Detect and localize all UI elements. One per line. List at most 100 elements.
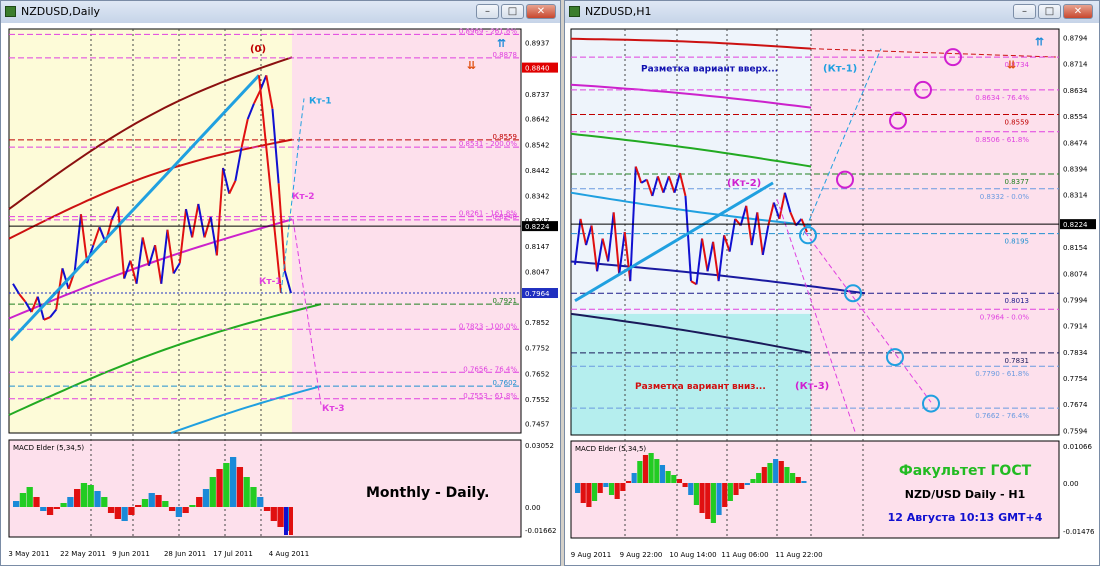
macd-bar	[580, 483, 586, 503]
macd-bar	[648, 453, 654, 483]
macd-bar	[693, 483, 699, 505]
macd-bar	[575, 483, 581, 493]
price-axis-label: 0.7652	[525, 370, 550, 378]
macd-bar	[243, 477, 250, 507]
price-axis-label: 0.8147	[525, 243, 550, 251]
price-axis-label: 0.8794	[1063, 35, 1088, 43]
macd-bar	[744, 483, 750, 485]
timestamp-label: 12 Августа 10:13 GMT+4	[888, 511, 1043, 524]
macd-bar	[750, 479, 756, 483]
chart-canvas-h1[interactable]: 0.87340.8634 - 76.4%0.85590.8506 - 61.8%…	[565, 23, 1099, 565]
date-axis-label: 11 Aug 22:00	[775, 551, 822, 559]
price-axis-label: 0.8442	[525, 167, 550, 175]
chart-window-h1[interactable]: NZDUSD,H1 – □ ✕ 0.8734 0.8634 - 76.4% 0.85…	[564, 0, 1100, 566]
macd-bar	[53, 507, 60, 509]
fib-level-label: 0.7602	[493, 379, 518, 387]
fib-level-label: 0.7964 - 0.0%	[980, 313, 1030, 321]
macd-bar	[60, 503, 67, 507]
chart-window-icon	[5, 6, 16, 17]
fib-level-label: 0.7790 - 61.8%	[975, 370, 1029, 378]
pair-label: NZD/USD Daily - H1	[905, 488, 1026, 501]
window-title: NZDUSD,Daily	[21, 5, 101, 18]
macd-axis-zero: 0.00	[525, 504, 541, 512]
price-axis-label: 0.8642	[525, 116, 550, 124]
variant-down-label: Разметка вариант вниз...	[635, 382, 766, 392]
macd-bar	[699, 483, 705, 513]
macd-title: MACD Elder (5,34,5)	[13, 444, 84, 452]
macd-bar	[659, 465, 666, 483]
macd-bar	[705, 483, 711, 519]
fib-level-label: 0.8531 - 200.0%	[459, 140, 518, 148]
macd-bar	[182, 507, 189, 513]
macd-title: MACD Elder (5,34,5)	[575, 445, 646, 453]
macd-bar	[756, 473, 762, 483]
price-tag: 0.8224	[1063, 221, 1088, 229]
macd-bar	[155, 495, 162, 507]
date-axis-label: 9 Aug 22:00	[620, 551, 663, 559]
fib-level-label: 0.7662 - 76.4%	[975, 412, 1029, 420]
macd-bar	[710, 483, 716, 523]
fib-level-label: 0.8332 - 0.0%	[980, 193, 1030, 201]
minimize-button[interactable]: –	[476, 4, 499, 19]
window-titlebar[interactable]: NZDUSD,H1 – □ ✕	[565, 1, 1099, 24]
macd-axis-top: 0.01066	[1063, 443, 1092, 451]
macd-bar	[778, 461, 784, 483]
fib-level-label: 0.7921	[493, 297, 518, 305]
price-axis-label: 0.7834	[1063, 349, 1088, 357]
chart-canvas-daily[interactable]: 0.8969 - 261.8%0.88780.85590.8531 - 200.…	[1, 23, 560, 565]
date-axis-label: 22 May 2011	[60, 550, 106, 558]
window-titlebar[interactable]: NZDUSD,Daily – □ ✕	[1, 1, 560, 24]
price-axis-label: 0.8714	[1063, 61, 1088, 69]
wave-zero-label: (0)	[250, 44, 266, 55]
macd-bar	[614, 483, 620, 499]
macd-bar	[33, 497, 40, 507]
macd-bar	[40, 507, 47, 511]
date-axis-label: 28 Jun 2011	[164, 550, 206, 558]
fib-level-label: 0.8377	[1005, 178, 1030, 186]
macd-bar	[175, 507, 183, 517]
macd-bar	[620, 483, 626, 491]
macd-axis-bottom: -0.01476	[1063, 528, 1095, 536]
macd-bar	[716, 483, 722, 515]
chart-window-daily[interactable]: NZDUSD,Daily – □ ✕ 0.8969 - 261.8% 0.8878…	[0, 0, 561, 566]
price-axis-label: 0.7852	[525, 319, 550, 327]
macd-bar	[189, 505, 196, 507]
date-axis-label: 3 May 2011	[8, 550, 49, 558]
price-axis-label: 0.8342	[525, 193, 550, 201]
macd-bar	[80, 483, 88, 507]
maximize-button[interactable]: □	[501, 4, 524, 19]
macd-bar	[114, 507, 121, 519]
price-axis-label: 0.8937	[525, 40, 550, 48]
price-axis-label: 0.7752	[525, 345, 550, 353]
fib-level-label: 0.8634 - 76.4%	[975, 94, 1029, 102]
price-axis-label: 0.8394	[1063, 165, 1088, 173]
fib-level-label: 0.7553 - 61.8%	[463, 392, 517, 400]
macd-bar	[790, 473, 796, 483]
price-axis-label: 0.7457	[525, 420, 550, 428]
macd-bar	[654, 459, 660, 483]
fib-level-label: 0.7656 - 76.4%	[463, 365, 517, 373]
wave-kt3-label: Кт-3	[322, 404, 345, 414]
macd-bar	[676, 479, 683, 483]
close-button[interactable]: ✕	[1063, 4, 1093, 19]
macd-bar	[121, 507, 128, 521]
macd-bar	[277, 507, 284, 527]
macd-axis-top: 0.03052	[525, 442, 554, 450]
macd-bar	[270, 507, 277, 521]
close-button[interactable]: ✕	[526, 4, 556, 19]
macd-bar	[236, 467, 244, 507]
price-axis-label: 0.8737	[525, 91, 550, 99]
macd-bar	[250, 487, 257, 507]
date-axis-label: 4 Aug 2011	[269, 550, 309, 558]
macd-bar	[603, 483, 609, 487]
date-axis-label: 9 Jun 2011	[112, 550, 150, 558]
macd-bar	[289, 507, 293, 535]
macd-axis-bottom: -0.01662	[525, 527, 556, 535]
macd-bar	[597, 483, 603, 493]
fib-level-label: 0.8969 - 261.8%	[459, 27, 518, 35]
macd-bar	[263, 507, 271, 511]
maximize-button[interactable]: □	[1038, 4, 1061, 19]
minimize-button[interactable]: –	[1013, 4, 1036, 19]
wave-kt3-label: (Кт-3)	[795, 381, 829, 392]
macd-bar	[682, 483, 688, 487]
